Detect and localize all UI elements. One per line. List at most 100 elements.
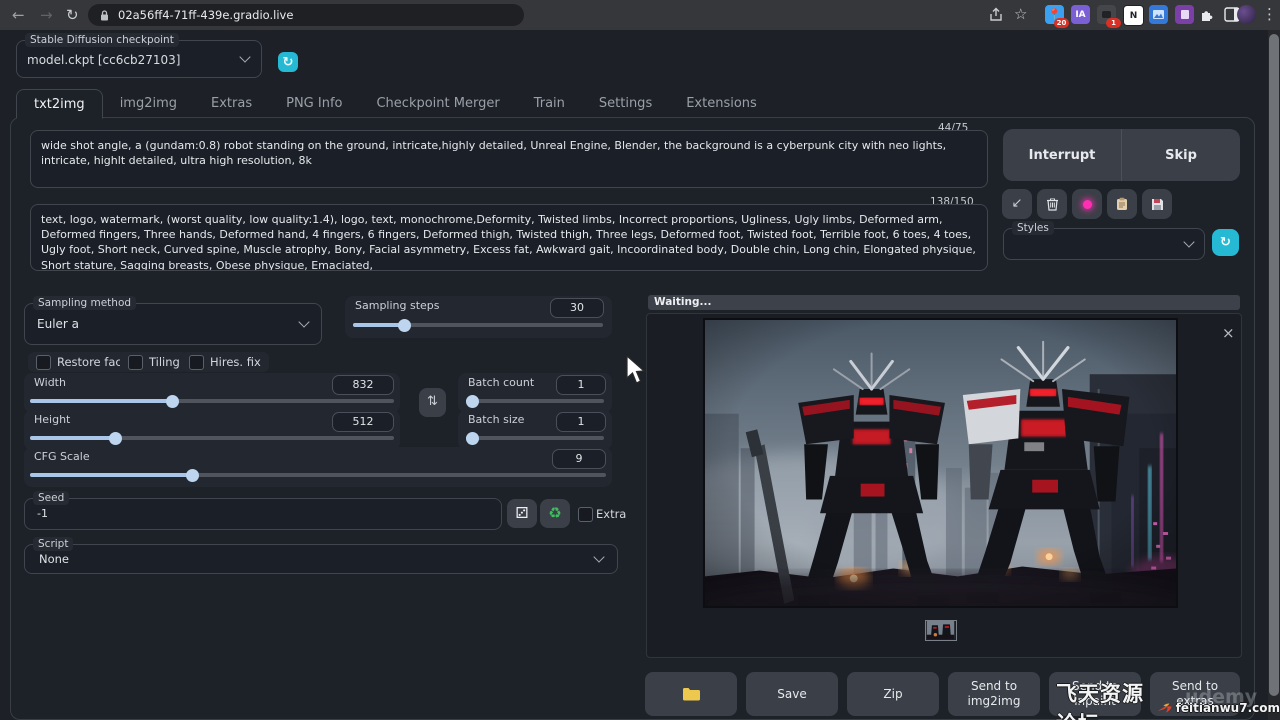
- script-value: None: [39, 552, 69, 566]
- sampling-steps-slider[interactable]: [353, 323, 603, 327]
- sampling-method-dropdown[interactable]: Sampling method Euler a: [24, 303, 322, 345]
- progress-bar: Waiting...: [648, 295, 1240, 310]
- script-dropdown[interactable]: Script None: [24, 544, 618, 574]
- tab-settings[interactable]: Settings: [582, 89, 669, 117]
- chevron-down-icon: [593, 551, 604, 562]
- styles-dropdown[interactable]: Styles: [1003, 228, 1205, 260]
- save-style-button[interactable]: [1142, 189, 1172, 219]
- ext-ia-icon[interactable]: IA: [1071, 5, 1090, 24]
- watermark-domain-text: feitianwu7.com: [1176, 701, 1280, 715]
- profile-avatar[interactable]: [1237, 5, 1256, 24]
- zip-button[interactable]: Zip: [847, 672, 939, 716]
- height-slider[interactable]: [30, 436, 394, 440]
- height-group: Height 512: [24, 410, 400, 450]
- extensions-puzzle-icon[interactable]: [1199, 7, 1215, 23]
- tab-train[interactable]: Train: [517, 89, 582, 117]
- swap-dimensions-button[interactable]: ⇅: [419, 388, 446, 417]
- hires-fix-checkbox[interactable]: Hires. fix: [181, 352, 269, 372]
- bookmark-star-icon[interactable]: ☆: [1014, 3, 1027, 25]
- gundam-robots-image: [705, 320, 1176, 606]
- refresh-checkpoint-button[interactable]: ↻: [278, 52, 298, 72]
- tab-extras[interactable]: Extras: [194, 89, 269, 117]
- batch-count-label: Batch count: [468, 376, 534, 389]
- address-bar[interactable]: 02a56ff4-71ff-439e.gradio.live: [88, 4, 524, 26]
- cfg-scale-slider[interactable]: [30, 473, 606, 477]
- width-slider[interactable]: [30, 399, 394, 403]
- width-label: Width: [34, 376, 66, 389]
- batch-size-group: Batch size 1: [458, 410, 612, 450]
- skip-button[interactable]: Skip: [1122, 129, 1240, 181]
- trash-icon: [1046, 197, 1059, 211]
- browser-toolbar: ← → ↻ 02a56ff4-71ff-439e.gradio.live ☆ 📍…: [0, 0, 1280, 30]
- tab-extensions[interactable]: Extensions: [669, 89, 774, 117]
- prompt-input[interactable]: wide shot angle, a (gundam:0.8) robot st…: [30, 130, 988, 188]
- chevron-down-icon: [239, 51, 250, 62]
- refresh-styles-button[interactable]: ↻: [1212, 229, 1239, 256]
- sampling-steps-group: Sampling steps 30: [345, 296, 612, 338]
- tab-checkpoint-merger[interactable]: Checkpoint Merger: [359, 89, 516, 117]
- ext-image-icon[interactable]: [1149, 5, 1168, 24]
- random-seed-button[interactable]: ⚂: [507, 499, 537, 528]
- scrollbar-thumb[interactable]: [1269, 34, 1279, 696]
- extra-networks-button[interactable]: [1072, 189, 1102, 219]
- ext-notion-icon[interactable]: N: [1123, 5, 1144, 26]
- checkpoint-dropdown[interactable]: Stable Diffusion checkpoint model.ckpt […: [16, 40, 262, 78]
- sampling-steps-label: Sampling steps: [355, 299, 440, 312]
- generated-image[interactable]: [703, 318, 1178, 608]
- seed-label: Seed: [33, 491, 69, 505]
- tab-img2img[interactable]: img2img: [103, 89, 194, 117]
- apply-style-button[interactable]: [1107, 189, 1137, 219]
- ext-camera-icon[interactable]: 1: [1097, 5, 1116, 24]
- seed-value: -1: [37, 507, 48, 520]
- styles-label: Styles: [1012, 221, 1054, 235]
- save-button[interactable]: Save: [746, 672, 838, 716]
- seed-input[interactable]: Seed -1: [24, 498, 502, 530]
- batch-size-slider[interactable]: [466, 436, 604, 440]
- send-to-img2img-button[interactable]: Send to img2img: [948, 672, 1040, 716]
- batch-size-label: Batch size: [468, 413, 524, 426]
- interrupt-button[interactable]: Interrupt: [1003, 129, 1122, 181]
- script-label: Script: [33, 537, 73, 551]
- negative-prompt-input[interactable]: text, logo, watermark, (worst quality, l…: [30, 204, 988, 271]
- height-value[interactable]: 512: [332, 412, 394, 432]
- paste-params-button[interactable]: ↙: [1002, 189, 1032, 219]
- share-icon[interactable]: [988, 7, 1004, 23]
- ext-onenote-icon[interactable]: [1175, 5, 1194, 24]
- extra-networks-icon: [1083, 200, 1092, 209]
- reuse-seed-button[interactable]: ♻: [540, 499, 570, 528]
- sampling-method-value: Euler a: [37, 317, 79, 331]
- chevron-down-icon: [298, 316, 309, 327]
- tab-txt2img[interactable]: txt2img: [16, 89, 103, 119]
- batch-size-value[interactable]: 1: [556, 412, 606, 432]
- gallery-thumbnail[interactable]: [925, 620, 957, 641]
- lock-icon: [100, 10, 109, 21]
- cfg-scale-label: CFG Scale: [34, 450, 90, 463]
- watermark-cn-text: 飞天资源论坛: [1056, 678, 1154, 720]
- ext-pin-icon[interactable]: 📍20: [1045, 5, 1064, 24]
- browser-menu-icon[interactable]: ⋮: [1262, 3, 1277, 25]
- back-icon[interactable]: ←: [12, 4, 25, 26]
- watermark-logo-icon: [1156, 696, 1174, 720]
- interrupt-skip-group: Interrupt Skip: [1003, 129, 1240, 181]
- width-value[interactable]: 832: [332, 375, 394, 395]
- batch-count-value[interactable]: 1: [556, 375, 606, 395]
- batch-count-group: Batch count 1: [458, 373, 612, 413]
- folder-icon: [682, 687, 700, 701]
- reload-icon[interactable]: ↻: [66, 4, 79, 26]
- clipboard-icon: [1116, 197, 1128, 211]
- screen: ← → ↻ 02a56ff4-71ff-439e.gradio.live ☆ 📍…: [0, 0, 1280, 720]
- sampling-steps-value[interactable]: 30: [550, 298, 604, 318]
- clear-prompt-button[interactable]: [1037, 189, 1067, 219]
- batch-count-slider[interactable]: [466, 399, 604, 403]
- page-scrollbar[interactable]: [1268, 30, 1280, 720]
- forward-icon[interactable]: →: [40, 4, 53, 26]
- extra-seed-checkbox[interactable]: [578, 507, 593, 522]
- site-watermark: 飞天资源论坛 feitianwu7.com: [1056, 678, 1280, 720]
- open-folder-button[interactable]: [645, 672, 737, 716]
- tiling-checkbox[interactable]: Tiling: [120, 352, 188, 372]
- close-gallery-icon[interactable]: ×: [1222, 324, 1235, 342]
- tab-png-info[interactable]: PNG Info: [269, 89, 359, 117]
- height-label: Height: [34, 413, 70, 426]
- cfg-scale-value[interactable]: 9: [552, 449, 606, 469]
- width-group: Width 832: [24, 373, 400, 413]
